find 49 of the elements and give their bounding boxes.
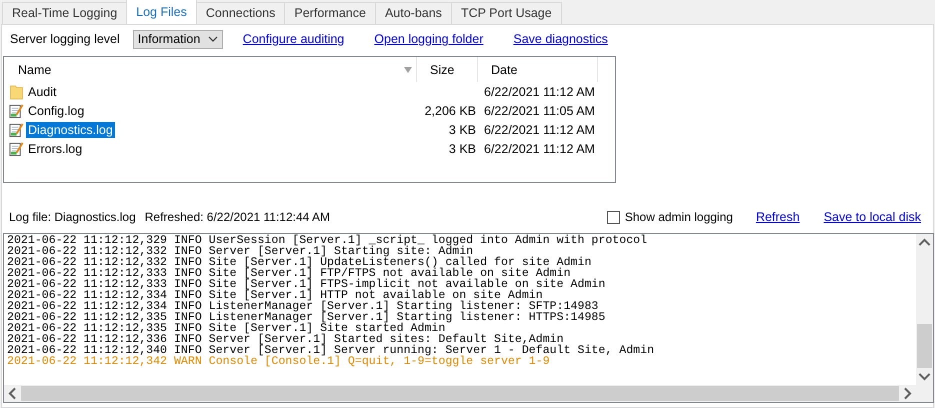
column-header[interactable]: Size: [417, 57, 478, 82]
log-line: 2021-06-22 11:12:12,332 INFO Site [Server.1] UpdateListeners() called for site Admin: [7, 257, 592, 268]
document-icon: [9, 140, 24, 156]
column-header[interactable]: Date: [478, 57, 598, 82]
log-line: 2021-06-22 11:12:12,336 INFO Server [Server.1] Started sites: Default Site,Admin: [7, 334, 564, 345]
sort-arrow-icon: [404, 66, 412, 72]
link[interactable]: Save to local disk: [824, 210, 921, 224]
vertical-scrollbar[interactable]: [916, 234, 933, 385]
folder-icon: [9, 84, 24, 100]
file-name[interactable]: Errors.log: [26, 140, 84, 156]
table-cell: 3 KB: [448, 142, 476, 156]
table-cell: 3 KB: [448, 122, 476, 136]
document-icon: [9, 102, 24, 118]
link[interactable]: Refresh: [756, 210, 800, 224]
chevron-down-icon: [208, 36, 218, 42]
refreshed-label: Refreshed: 6/22/2021 11:12:44 AM: [144, 210, 330, 224]
log-line: 2021-06-22 11:12:12,334 INFO Site [Server.1] HTTP not available on site Admin: [7, 290, 543, 301]
log-line: 2021-06-22 11:12:12,334 INFO ListenerManager [Server.1] Starting listener: SFTP:14983: [7, 301, 598, 312]
field-label: Server logging level: [10, 32, 120, 46]
checkbox[interactable]: [606, 210, 620, 224]
table-cell: 2,206 KB: [424, 104, 476, 118]
log-line: 2021-06-22 11:12:12,342 WARN Console [Console.1] Q=quit, 1-9=toggle server 1-9: [7, 356, 551, 367]
link[interactable]: Open logging folder: [374, 32, 484, 46]
scroll-thumb[interactable]: [917, 324, 932, 368]
log-line: 2021-06-22 11:12:12,333 INFO Site [Server.1] FTP/FTPS not available on site Admin: [7, 268, 571, 279]
table-cell: 6/22/2021 11:05 AM: [484, 104, 595, 118]
tab[interactable]: TCP Port Usage: [450, 2, 562, 24]
log-line: 2021-06-22 11:12:12,335 INFO ListenerManager [Server.1] Starting listener: HTTPS:14985: [7, 312, 606, 323]
log-line: 2021-06-22 11:12:12,332 INFO Server [Server.1] Starting site: Admin: [7, 246, 474, 257]
link[interactable]: Configure auditing: [242, 32, 344, 46]
log-line: 2021-06-22 11:12:12,333 INFO Site [Server.1] FTPS-implicit not available on site Admin: [7, 279, 606, 290]
link[interactable]: Save diagnostics: [513, 32, 608, 46]
logging-level-dropdown[interactable]: Information: [132, 30, 223, 48]
table-cell: 6/22/2021 11:12 AM: [484, 122, 595, 136]
file-name[interactable]: Audit: [26, 84, 58, 100]
file-name[interactable]: Diagnostics.log: [26, 122, 115, 138]
document-icon: [9, 122, 24, 138]
table-cell: 6/22/2021 11:12 AM: [484, 142, 595, 156]
scroll-thumb[interactable]: [21, 386, 899, 401]
log-line: 2021-06-22 11:12:12,329 INFO UserSession [Server.1] _script_ logged into Admin with protocol: [7, 235, 648, 246]
log-line: 2021-06-22 11:12:12,340 INFO Server [Server.1] Server running: Server 1 - Default Site, Admin: [7, 345, 656, 356]
log-file-label: Log file: Diagnostics.log: [9, 210, 136, 224]
log-line: 2021-06-22 11:12:12,335 INFO Site [Server.1] Site started Admin: [7, 323, 446, 334]
checkbox-label: Show admin logging: [624, 210, 733, 224]
tab[interactable]: Log Files: [126, 0, 197, 24]
table-cell: 6/22/2021 11:12 AM: [484, 84, 595, 98]
column-header[interactable]: Name: [4, 57, 417, 82]
file-name[interactable]: Config.log: [26, 102, 86, 118]
tab[interactable]: Real-Time Logging: [2, 2, 128, 24]
